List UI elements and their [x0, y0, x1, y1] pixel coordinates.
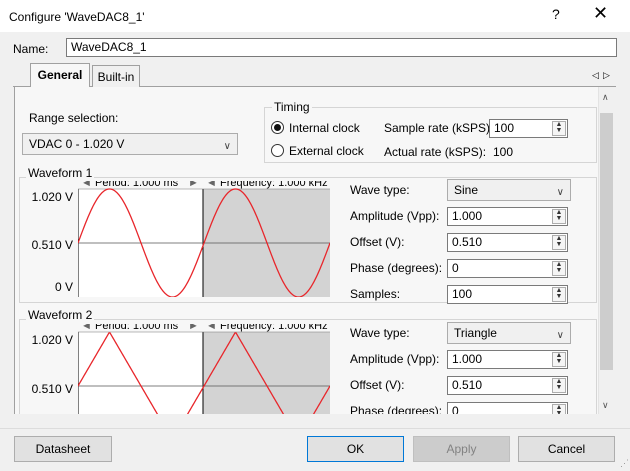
- tab-general[interactable]: General: [30, 63, 90, 87]
- wf2-ylabel-top: 1.020 V: [31, 333, 73, 347]
- wf1-ylabel-mid: 0.510 V: [31, 238, 73, 252]
- scroll-up-icon[interactable]: ∧: [602, 92, 609, 103]
- wf1-frequency-text: Frequency: 1.000 kHz: [220, 181, 328, 189]
- wf1-amplitude-value: 1.000: [452, 209, 483, 223]
- scroll-down-icon[interactable]: ∨: [602, 400, 609, 411]
- waveform1-title: Waveform 1: [26, 166, 95, 180]
- wf2-frequency-text: Frequency: 1.000 kHz: [220, 324, 328, 332]
- window-title: Configure 'WaveDAC8_1': [9, 10, 145, 24]
- spin-arrows-icon[interactable]: ▲ ▼: [552, 404, 566, 414]
- wf1-period-text: Period: 1.000 ms: [95, 181, 179, 189]
- tab-scroll-left-icon[interactable]: ◁: [592, 70, 599, 81]
- sample-rate-label: Sample rate (kSPS):: [384, 121, 494, 135]
- internal-clock-radio[interactable]: [271, 121, 284, 134]
- help-button[interactable]: ?: [552, 6, 560, 22]
- wf1-amplitude-input[interactable]: 1.000 ▲ ▼: [447, 207, 568, 226]
- wf1-offset-label: Offset (V):: [350, 235, 405, 249]
- tab-built-in[interactable]: Built-in: [92, 65, 140, 87]
- wf1-freq-arrow-icon: ◄: [206, 181, 217, 189]
- wf2-phase-label: Phase (degrees):: [350, 404, 443, 414]
- resize-grip-icon[interactable]: ⋰: [620, 458, 629, 469]
- spin-arrows-icon[interactable]: ▲ ▼: [552, 235, 566, 250]
- wf2-amplitude-label: Amplitude (Vpp):: [350, 352, 440, 366]
- datasheet-button[interactable]: Datasheet: [14, 436, 112, 462]
- sample-rate-input[interactable]: 100 ▲ ▼: [489, 119, 568, 138]
- wf1-period-arrow-icon: ◄: [81, 181, 92, 189]
- wf2-period-arrow-right-icon: ►: [188, 324, 199, 332]
- waveform2-plot: ◄ Period: 1.000 ms ► ◄ Frequency: 1.000 …: [78, 324, 330, 414]
- wf1-offset-value: 0.510: [452, 235, 483, 249]
- actual-rate-label: Actual rate (kSPS):: [384, 145, 487, 159]
- ok-button[interactable]: OK: [307, 436, 404, 462]
- spin-arrows-icon[interactable]: ▲ ▼: [552, 378, 566, 393]
- waveform1-plot: ◄ Period: 1.000 ms ► ◄ Frequency: 1.000 …: [78, 181, 330, 297]
- external-clock-label: External clock: [289, 144, 364, 158]
- internal-clock-label: Internal clock: [289, 121, 360, 135]
- wf1-phase-value: 0: [452, 261, 459, 275]
- apply-button[interactable]: Apply: [413, 436, 510, 462]
- wf1-period-arrow-right-icon: ►: [188, 181, 199, 189]
- name-input[interactable]: WaveDAC8_1: [66, 38, 617, 57]
- wf2-freq-arrow-icon: ◄: [206, 324, 217, 332]
- wf2-offset-label: Offset (V):: [350, 378, 405, 392]
- waveform2-title: Waveform 2: [26, 308, 95, 322]
- wf2-shaded-period: [203, 332, 330, 414]
- wf2-period-text: Period: 1.000 ms: [95, 324, 179, 332]
- wf2-amplitude-input[interactable]: 1.000 ▲ ▼: [447, 350, 568, 369]
- range-select[interactable]: VDAC 0 - 1.020 V ∨: [22, 133, 238, 155]
- wf1-wave-type-label: Wave type:: [350, 183, 410, 197]
- wf1-samples-input[interactable]: 100 ▲ ▼: [447, 285, 568, 304]
- external-clock-radio[interactable]: [271, 144, 284, 157]
- general-panel: Range selection: VDAC 0 - 1.020 V ∨ Timi…: [14, 87, 598, 414]
- wf2-offset-input[interactable]: 0.510 ▲ ▼: [447, 376, 568, 395]
- wf2-wave-type-label: Wave type:: [350, 326, 410, 340]
- spin-arrows-icon[interactable]: ▲ ▼: [552, 121, 566, 136]
- wf2-wave-type-value: Triangle: [454, 326, 497, 340]
- wf1-samples-label: Samples:: [350, 287, 401, 301]
- wf1-amplitude-label: Amplitude (Vpp):: [350, 209, 440, 223]
- timing-title: Timing: [272, 100, 312, 114]
- chevron-down-icon: ∨: [556, 187, 564, 198]
- cancel-button[interactable]: Cancel: [518, 436, 615, 462]
- wf2-period-arrow-icon: ◄: [81, 324, 92, 332]
- scrollbar-thumb[interactable]: [600, 113, 613, 370]
- range-label: Range selection:: [29, 111, 119, 125]
- spin-arrows-icon[interactable]: ▲ ▼: [552, 209, 566, 224]
- wf1-ylabel-bottom: 0 V: [54, 280, 73, 294]
- wf2-phase-value: 0: [452, 404, 459, 414]
- sample-rate-value: 100: [494, 121, 515, 135]
- wf1-phase-label: Phase (degrees):: [350, 261, 443, 275]
- wf1-offset-input[interactable]: 0.510 ▲ ▼: [447, 233, 568, 252]
- wf1-wave-type-select[interactable]: Sine ∨: [447, 179, 571, 201]
- wf2-phase-input[interactable]: 0 ▲ ▼: [447, 402, 568, 414]
- chevron-down-icon: ∨: [223, 141, 231, 152]
- wf2-ylabel-mid: 0.510 V: [31, 382, 73, 396]
- name-label: Name:: [13, 42, 49, 56]
- tab-scroll-right-icon[interactable]: ▷: [603, 70, 610, 81]
- close-button[interactable]: ✕: [593, 3, 608, 24]
- wf2-offset-value: 0.510: [452, 378, 483, 392]
- wf2-wave-type-select[interactable]: Triangle ∨: [447, 322, 571, 344]
- wf1-phase-input[interactable]: 0 ▲ ▼: [447, 259, 568, 278]
- wf1-ylabel-top: 1.020 V: [31, 190, 73, 204]
- spin-arrows-icon[interactable]: ▲ ▼: [552, 287, 566, 302]
- wf2-amplitude-value: 1.000: [452, 352, 483, 366]
- spin-arrows-icon[interactable]: ▲ ▼: [552, 352, 566, 367]
- chevron-down-icon: ∨: [556, 330, 564, 341]
- wf1-wave-type-value: Sine: [454, 183, 479, 197]
- range-value: VDAC 0 - 1.020 V: [29, 137, 125, 151]
- actual-rate-value: 100: [493, 145, 514, 159]
- wf1-samples-value: 100: [452, 287, 473, 301]
- spin-arrows-icon[interactable]: ▲ ▼: [552, 261, 566, 276]
